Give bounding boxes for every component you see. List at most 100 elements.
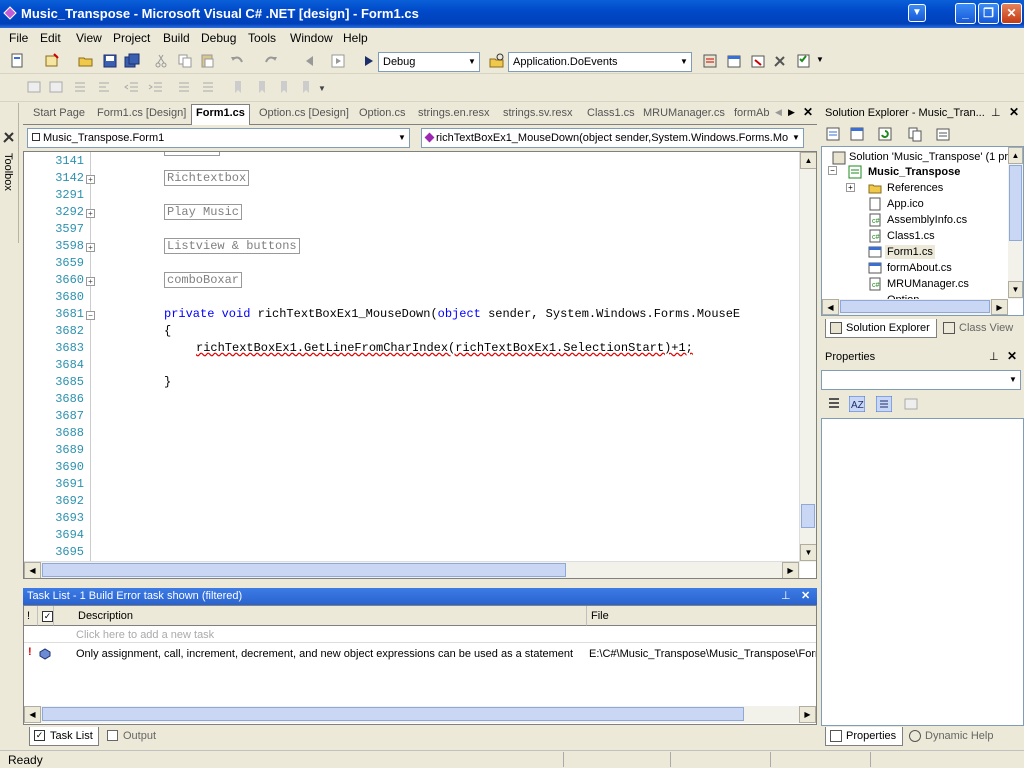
menu-view[interactable]: View bbox=[76, 31, 102, 45]
tools-icon[interactable] bbox=[772, 53, 788, 69]
menu-window[interactable]: Window bbox=[290, 31, 333, 45]
tree-item-form1[interactable]: Form1.cs bbox=[885, 245, 935, 259]
scroll-tabs-left-icon[interactable]: ◀ bbox=[775, 107, 782, 118]
quick-info-icon[interactable] bbox=[48, 79, 64, 95]
list-members-icon[interactable] bbox=[72, 79, 88, 95]
task-list-hscroll[interactable]: ◀ ▶ bbox=[24, 706, 816, 723]
solution-explorer-icon[interactable] bbox=[702, 53, 718, 69]
new-project-icon[interactable] bbox=[10, 53, 26, 69]
find-combo[interactable]: Application.DoEvents ▼ bbox=[508, 52, 692, 72]
tab-option-cs[interactable]: Option.cs bbox=[359, 107, 405, 119]
task-list-icon[interactable] bbox=[796, 53, 812, 69]
new-task-input[interactable]: Click here to add a new task bbox=[76, 629, 214, 641]
toolbar-overflow-icon[interactable]: ▼ bbox=[318, 84, 326, 93]
tab-class1[interactable]: Class1.cs bbox=[587, 107, 635, 119]
region-richtextbox[interactable]: Richtextbox bbox=[164, 170, 250, 186]
scroll-up-icon[interactable]: ▲ bbox=[800, 152, 816, 169]
complete-word-icon[interactable] bbox=[96, 79, 112, 95]
decrease-indent-icon[interactable] bbox=[124, 79, 140, 95]
column-checkbox[interactable]: ✓ bbox=[38, 606, 54, 626]
tree-solution-root[interactable]: Solution 'Music_Transpose' (1 pro bbox=[849, 151, 1014, 163]
pin-icon[interactable]: ▼ bbox=[908, 4, 926, 22]
view-code-icon[interactable] bbox=[825, 126, 841, 142]
column-priority[interactable]: ! bbox=[24, 606, 38, 626]
solution-hscroll-thumb[interactable] bbox=[840, 300, 990, 313]
vertical-scroll-thumb[interactable] bbox=[801, 504, 815, 528]
menu-project[interactable]: Project bbox=[113, 31, 150, 45]
region-listview-buttons[interactable]: Listview & buttons bbox=[164, 238, 300, 254]
menu-edit[interactable]: Edit bbox=[40, 31, 61, 45]
pin-icon[interactable]: ⊥ bbox=[781, 589, 791, 602]
tab-start-page[interactable]: Start Page bbox=[33, 107, 85, 119]
member-select[interactable]: richTextBoxEx1_MouseDown(object sender,S… bbox=[421, 128, 804, 148]
alphabetical-icon[interactable]: AZ bbox=[849, 396, 865, 412]
clear-bookmarks-icon[interactable] bbox=[298, 79, 314, 95]
scroll-down-icon[interactable]: ▼ bbox=[800, 544, 816, 561]
close-button[interactable]: ✕ bbox=[1001, 3, 1022, 24]
task-row[interactable]: ! Only assignment, call, increment, decr… bbox=[24, 646, 816, 664]
navigate-forward-icon[interactable] bbox=[330, 53, 346, 69]
toolbar-overflow-icon[interactable]: ▼ bbox=[816, 55, 824, 64]
scroll-left-icon[interactable]: ◀ bbox=[24, 562, 41, 578]
menu-build[interactable]: Build bbox=[163, 31, 190, 45]
tab-form1-cs[interactable]: Form1.cs bbox=[191, 104, 250, 125]
tab-solution-explorer[interactable]: Solution Explorer bbox=[825, 319, 937, 338]
menu-tools[interactable]: Tools bbox=[248, 31, 276, 45]
properties-object-select[interactable]: ▼ bbox=[821, 370, 1021, 390]
tab-formabout[interactable]: formAb bbox=[734, 107, 769, 119]
paste-icon[interactable] bbox=[199, 53, 215, 69]
close-icon[interactable]: ✕ bbox=[1007, 349, 1017, 363]
tree-item-formabout[interactable]: formAbout.cs bbox=[887, 262, 952, 274]
region-play-music[interactable]: Play Music bbox=[164, 204, 243, 220]
vertical-scrollbar[interactable]: ▲ ▼ bbox=[799, 152, 816, 562]
scroll-up-icon[interactable]: ▲ bbox=[1008, 147, 1023, 164]
properties-view-icon[interactable] bbox=[876, 396, 892, 412]
property-pages-icon[interactable] bbox=[903, 396, 919, 412]
tab-strings-sv[interactable]: strings.sv.resx bbox=[503, 107, 572, 119]
properties-icon[interactable] bbox=[935, 126, 951, 142]
pin-icon[interactable]: ⊥ bbox=[991, 106, 1001, 119]
show-all-files-icon[interactable] bbox=[907, 126, 923, 142]
tree-item-app-ico[interactable]: App.ico bbox=[887, 198, 924, 210]
pin-icon[interactable]: ⊥ bbox=[989, 350, 999, 363]
new-task-row[interactable]: Click here to add a new task bbox=[24, 627, 816, 643]
scroll-right-icon[interactable]: ▶ bbox=[799, 706, 816, 723]
next-bookmark-icon[interactable] bbox=[254, 79, 270, 95]
tab-option-design[interactable]: Option.cs [Design] bbox=[259, 107, 349, 119]
menu-help[interactable]: Help bbox=[343, 31, 368, 45]
expand-region-icon[interactable]: + bbox=[86, 243, 95, 252]
expand-region-icon[interactable]: + bbox=[86, 277, 95, 286]
code-editor[interactable]: 3141 3142 3291 3292 3597 3598 3659 3660 … bbox=[23, 151, 817, 579]
tree-project[interactable]: Music_Transpose bbox=[868, 166, 960, 178]
tab-form1-design[interactable]: Form1.cs [Design] bbox=[97, 107, 186, 119]
tree-item-class1[interactable]: Class1.cs bbox=[887, 230, 935, 242]
scroll-left-icon[interactable]: ◀ bbox=[822, 299, 839, 315]
expand-region-icon[interactable]: + bbox=[86, 209, 95, 218]
tab-class-view[interactable]: Class View bbox=[939, 319, 1013, 338]
scroll-right-icon[interactable]: ▶ bbox=[782, 562, 799, 578]
scroll-tabs-right-icon[interactable]: ▶ bbox=[788, 107, 795, 118]
tab-task-list[interactable]: ✓ Task List bbox=[29, 727, 99, 746]
refresh-icon[interactable] bbox=[877, 126, 893, 142]
previous-bookmark-icon[interactable] bbox=[276, 79, 292, 95]
solution-config-select[interactable]: Debug ▼ bbox=[378, 52, 480, 72]
horizontal-scrollbar[interactable]: ◀ ▶ bbox=[24, 561, 800, 578]
horizontal-scroll-thumb[interactable] bbox=[42, 563, 566, 577]
tab-strings-en[interactable]: strings.en.resx bbox=[418, 107, 490, 119]
tab-output[interactable]: Output bbox=[103, 727, 163, 746]
class-select[interactable]: Music_Transpose.Form1 ▼ bbox=[27, 128, 410, 148]
undo-icon[interactable] bbox=[229, 53, 245, 69]
region-comboboxar[interactable]: comboBoxar bbox=[164, 272, 243, 288]
start-debug-icon[interactable] bbox=[364, 55, 374, 67]
bookmark-icon[interactable] bbox=[230, 79, 246, 95]
find-in-files-icon[interactable] bbox=[489, 53, 505, 69]
close-icon[interactable]: ✕ bbox=[801, 589, 810, 602]
maximize-button[interactable]: ❐ bbox=[978, 3, 999, 24]
scroll-left-icon[interactable]: ◀ bbox=[24, 706, 41, 723]
solution-scroll-thumb[interactable] bbox=[1009, 165, 1022, 241]
tree-item-references[interactable]: References bbox=[887, 182, 943, 194]
menu-file[interactable]: File bbox=[9, 31, 28, 45]
menu-debug[interactable]: Debug bbox=[201, 31, 236, 45]
categorized-icon[interactable] bbox=[826, 396, 842, 412]
tab-mrumanager[interactable]: MRUManager.cs bbox=[643, 107, 725, 119]
